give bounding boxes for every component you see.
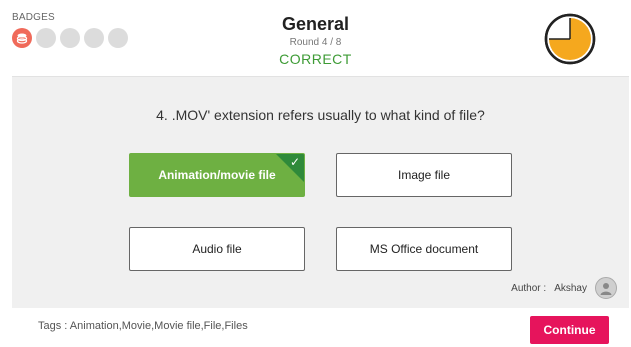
- result-status: CORRECT: [279, 51, 352, 67]
- user-avatar-icon: [600, 283, 612, 295]
- round-counter: Round 4 / 8: [289, 37, 342, 48]
- answer-option-2[interactable]: Image file: [336, 153, 512, 197]
- author-name[interactable]: Akshay: [554, 283, 587, 294]
- question-text: 4. .MOV' extension refers usually to wha…: [156, 107, 485, 123]
- quiz-header: BADGES General Round 4 / 8 CORRECT: [0, 0, 631, 76]
- tags-text: Tags : Animation,Movie,Movie file,File,F…: [38, 320, 248, 332]
- answer-option-4[interactable]: MS Office document: [336, 227, 512, 271]
- answer-label: Animation/movie file: [158, 168, 276, 182]
- answer-label: MS Office document: [369, 242, 479, 256]
- answer-option-1[interactable]: Animation/movie file ✓: [129, 153, 305, 197]
- author-label: Author :: [511, 282, 547, 294]
- question-panel: 4. .MOV' extension refers usually to wha…: [12, 76, 629, 308]
- continue-button[interactable]: Continue: [530, 316, 609, 344]
- quiz-footer: Tags : Animation,Movie,Movie file,File,F…: [0, 308, 631, 347]
- checkmark-icon: ✓: [289, 155, 300, 169]
- answer-label: Audio file: [192, 242, 242, 256]
- answer-label: Image file: [397, 168, 451, 182]
- author-info: Author : Akshay: [511, 277, 617, 299]
- answer-option-3[interactable]: Audio file: [129, 227, 305, 271]
- avatar[interactable]: [595, 277, 617, 299]
- category-title: General: [281, 14, 350, 34]
- clock-icon: [544, 13, 596, 65]
- title-block: General Round 4 / 8 CORRECT: [0, 13, 631, 67]
